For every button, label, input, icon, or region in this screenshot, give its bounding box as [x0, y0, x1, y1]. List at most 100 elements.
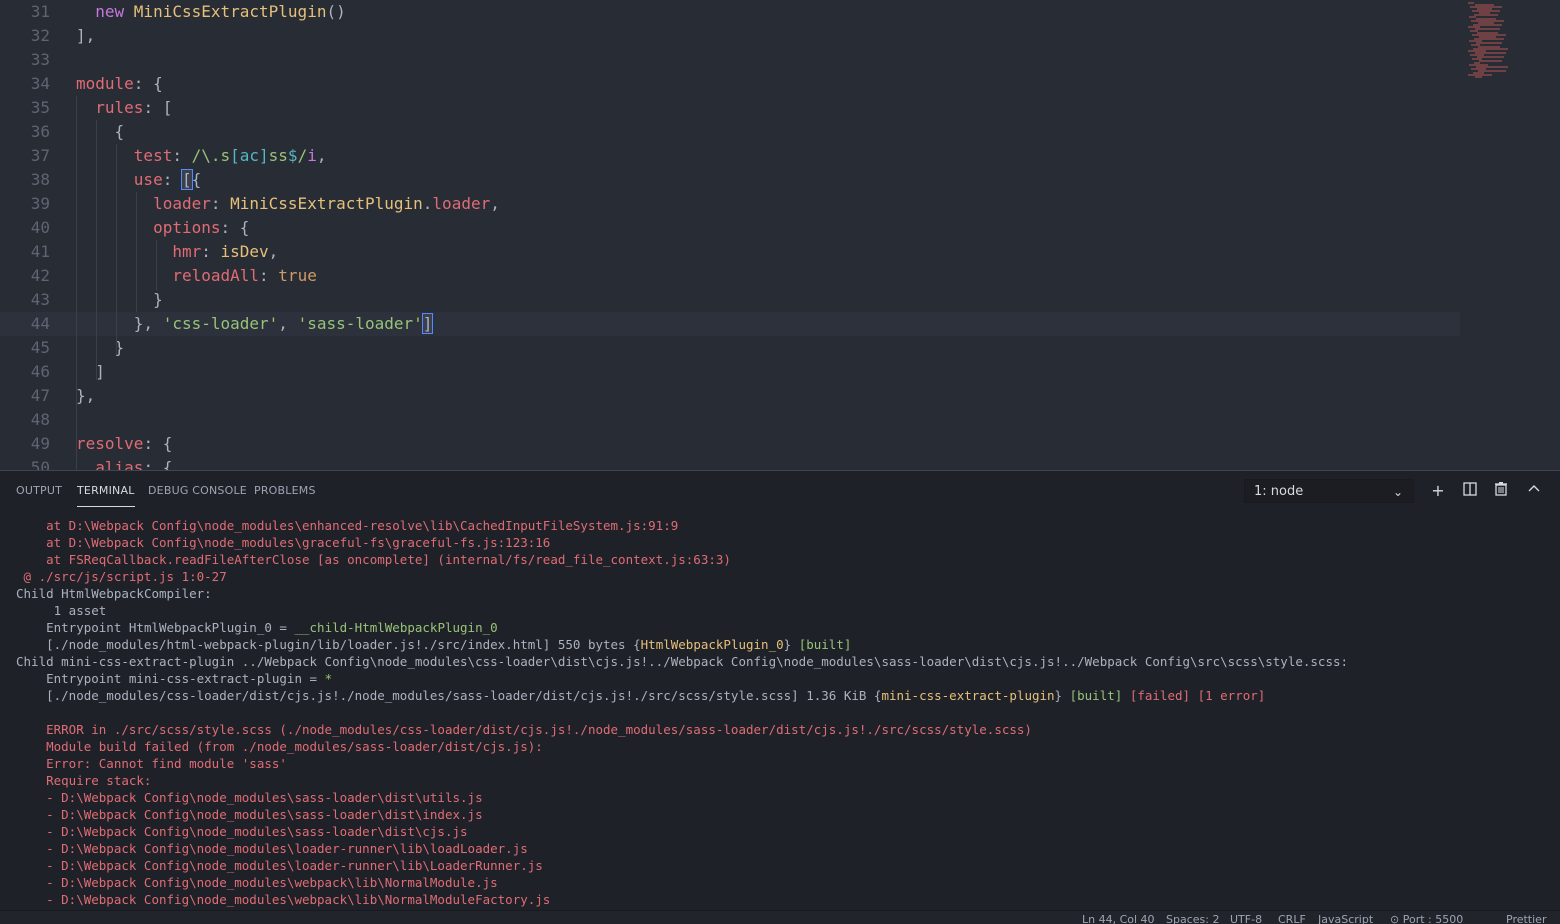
code-token: ss: [268, 146, 288, 165]
terminal-text: [1 error]: [1197, 688, 1266, 703]
code-text: {: [76, 120, 125, 144]
code-line[interactable]: 36 {: [0, 120, 1460, 144]
terminal-text: - D:\Webpack Config\node_modules\sass-lo…: [16, 807, 483, 822]
terminal-text: 1 asset: [16, 603, 107, 618]
code-token: use: [133, 170, 163, 189]
radio-tower-icon: ⊙: [1390, 913, 1403, 924]
code-token: options: [153, 218, 221, 237]
line-number: 43: [30, 290, 50, 309]
terminal-output[interactable]: at D:\Webpack Config\node_modules\enhanc…: [16, 517, 1546, 908]
code-text: test: /\.s[ac]ss$/i,: [76, 144, 327, 168]
trash-icon[interactable]: [1491, 481, 1511, 501]
code-text: use: [{: [76, 168, 201, 192]
code-text: alias: {: [76, 456, 172, 470]
code-token: : {: [143, 458, 173, 470]
live-server-port[interactable]: ⊙ Port : 5500: [1390, 913, 1463, 924]
terminal-text: ERROR in ./src/scss/style.scss (./node_m…: [16, 722, 1032, 737]
indent-guide: [96, 120, 97, 380]
code-line[interactable]: 33: [0, 48, 1460, 72]
indentation[interactable]: Spaces: 2: [1166, 913, 1219, 924]
code-token: $: [287, 146, 298, 165]
code-editor[interactable]: 31 new MiniCssExtractPlugin() 32], 33 34 mod…: [0, 0, 1560, 470]
split-icon[interactable]: [1460, 481, 1480, 501]
terminal-line: at D:\Webpack Config\node_modules\enhanc…: [16, 517, 1546, 534]
terminal-text: Child mini-css-extract-plugin ../Webpack…: [16, 654, 1349, 669]
terminal-select[interactable]: 1: node ⌄: [1244, 479, 1414, 503]
code-line[interactable]: 31 new MiniCssExtractPlugin(): [0, 0, 1460, 24]
code-line[interactable]: 48: [0, 408, 1460, 432]
terminal-line: - D:\Webpack Config\node_modules\webpack…: [16, 874, 1546, 891]
language-mode[interactable]: JavaScript: [1318, 913, 1373, 924]
code-line[interactable]: 46 ]: [0, 360, 1460, 384]
code-text: new MiniCssExtractPlugin(): [76, 0, 345, 24]
code-token: :: [172, 146, 192, 165]
code-token: test: [133, 146, 173, 165]
terminal-text: HtmlWebpackPlugin_0: [640, 637, 784, 652]
line-number: 33: [30, 50, 50, 69]
code-line[interactable]: 32],: [0, 24, 1460, 48]
indent-guide: [116, 144, 117, 355]
prettier-status[interactable]: Prettier: [1506, 913, 1546, 924]
code-line[interactable]: 44 }, 'css-loader', 'sass-loader']: [0, 312, 1460, 336]
line-ending[interactable]: CRLF: [1278, 913, 1306, 924]
code-line[interactable]: 35 rules: [: [0, 96, 1460, 120]
code-line[interactable]: 41 hmr: isDev,: [0, 240, 1460, 264]
panel-tabs: OUTPUT TERMINAL DEBUG CONSOLE PROBLEMS 1…: [0, 471, 1560, 511]
plus-icon[interactable]: +: [1428, 481, 1448, 501]
line-number: 40: [30, 218, 50, 237]
status-bar: Ln 44, Col 40 Spaces: 2 UTF-8 CRLF JavaS…: [0, 910, 1560, 924]
code-line[interactable]: 37 test: /\.s[ac]ss$/i,: [0, 144, 1460, 168]
line-number: 41: [30, 242, 50, 261]
code-text: }: [76, 288, 163, 312]
code-token: .: [422, 194, 433, 213]
tab-problems[interactable]: PROBLEMS: [254, 484, 316, 497]
terminal-text: mini-css-extract-plugin: [881, 688, 1055, 703]
cursor-position[interactable]: Ln 44, Col 40: [1082, 913, 1155, 924]
indent-guide: [156, 240, 157, 290]
chevron-up-icon[interactable]: [1524, 481, 1544, 501]
code-token: {: [114, 122, 125, 141]
code-line[interactable]: 47},: [0, 384, 1460, 408]
code-line[interactable]: 38 use: [{: [0, 168, 1460, 192]
code-token: :: [210, 194, 231, 213]
terminal-text: Error: Cannot find module 'sass': [16, 756, 287, 771]
code-line[interactable]: 42 reloadAll: true: [0, 264, 1460, 288]
code-line[interactable]: 45 }: [0, 336, 1460, 360]
tab-output[interactable]: OUTPUT: [16, 484, 62, 497]
terminal-line: Entrypoint HtmlWebpackPlugin_0 = __child…: [16, 619, 1546, 636]
encoding[interactable]: UTF-8: [1230, 913, 1262, 924]
code-line[interactable]: 50 alias: {: [0, 456, 1460, 470]
code-token: ],: [76, 26, 96, 45]
code-line[interactable]: 40 options: {: [0, 216, 1460, 240]
minimap[interactable]: [1460, 0, 1560, 470]
line-number: 50: [30, 458, 50, 470]
terminal-line: - D:\Webpack Config\node_modules\loader-…: [16, 840, 1546, 857]
code-line[interactable]: 43 }: [0, 288, 1460, 312]
code-token: },: [76, 386, 96, 405]
code-token: reloadAll: [172, 266, 260, 285]
code-token: : {: [143, 434, 173, 453]
tab-terminal[interactable]: TERMINAL: [77, 484, 135, 507]
terminal-text: [built]: [798, 637, 852, 652]
bottom-panel: OUTPUT TERMINAL DEBUG CONSOLE PROBLEMS 1…: [0, 470, 1560, 924]
code-token: /\.s: [191, 146, 231, 165]
terminal-text: Entrypoint: [16, 620, 129, 635]
code-text: module: {: [76, 72, 163, 96]
tab-debug-console[interactable]: DEBUG CONSOLE: [148, 484, 247, 497]
code-line[interactable]: 39 loader: MiniCssExtractPlugin.loader,: [0, 192, 1460, 216]
terminal-text: *: [324, 671, 333, 686]
terminal-text: - D:\Webpack Config\node_modules\sass-lo…: [16, 824, 468, 839]
code-token: [ac]: [230, 146, 269, 165]
code-line[interactable]: 34 module: {: [0, 72, 1460, 96]
terminal-line: - D:\Webpack Config\node_modules\webpack…: [16, 891, 1546, 908]
minimap-line: [1468, 2, 1474, 4]
code-token: 'css-loader': [162, 314, 279, 333]
code-line[interactable]: 49 resolve: {: [0, 432, 1460, 456]
code-token: 'sass-loader': [297, 314, 423, 333]
line-number: 31: [30, 2, 50, 21]
line-number: 39: [30, 194, 50, 213]
